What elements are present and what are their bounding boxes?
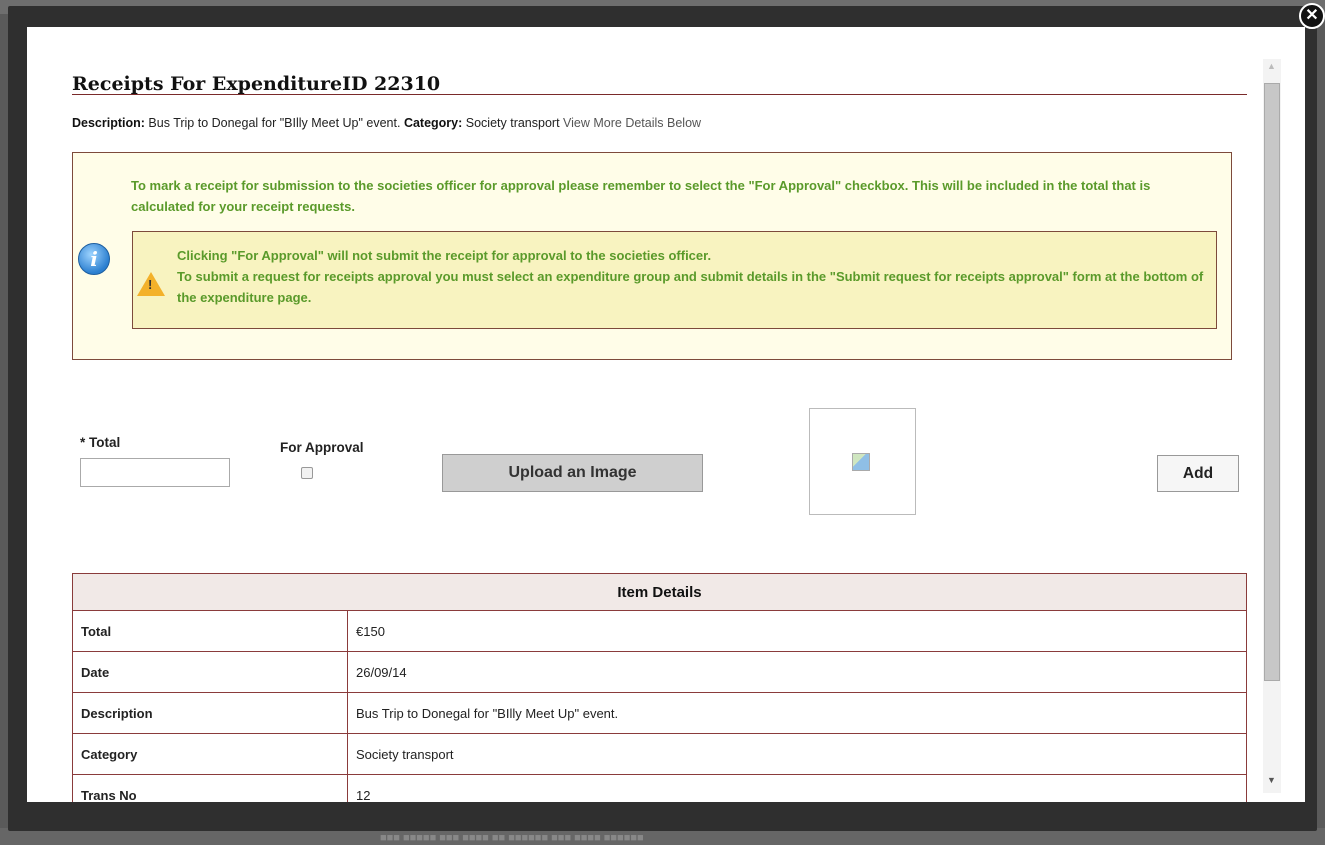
background-footer-text: ■■■ ■■■■■ ■■■ ■■■■ ■■ ■■■■■■ ■■■ ■■■■ ■■… — [380, 832, 644, 844]
row-label: Description — [72, 692, 348, 734]
item-details-header: Item Details — [72, 573, 1247, 611]
description-line: Description: Bus Trip to Donegal for "BI… — [72, 116, 701, 130]
row-value: 12 — [347, 774, 1247, 802]
info-icon: i — [78, 243, 110, 275]
warning-notice-text: Clicking "For Approval" will not submit … — [177, 245, 1217, 308]
receipts-modal: Receipts For ExpenditureID 22310 Descrip… — [27, 27, 1305, 802]
row-label: Total — [72, 610, 348, 652]
title-divider — [72, 94, 1247, 95]
row-label: Category — [72, 733, 348, 775]
row-label: Trans No — [72, 774, 348, 802]
category-value: Society transport — [462, 116, 564, 130]
row-value: 26/09/14 — [347, 651, 1247, 693]
modal-title: Receipts For ExpenditureID 22310 — [72, 73, 441, 95]
broken-image-icon — [852, 453, 870, 471]
scroll-down-arrow-icon[interactable]: ▼ — [1267, 775, 1276, 785]
for-approval-checkbox[interactable] — [301, 467, 313, 479]
row-value: Bus Trip to Donegal for "BIlly Meet Up" … — [347, 692, 1247, 734]
row-value: Society transport — [347, 733, 1247, 775]
warning-line-2: To submit a request for receipts approva… — [177, 269, 1204, 305]
view-more-details-link[interactable]: View More Details Below — [563, 116, 701, 130]
total-input[interactable] — [80, 458, 230, 487]
table-row: Date 26/09/14 — [72, 651, 1247, 693]
total-label: * Total — [80, 435, 121, 450]
table-row: Trans No 12 — [72, 774, 1247, 802]
receipt-image-preview — [809, 408, 916, 515]
description-label: Description: — [72, 116, 145, 130]
close-modal-icon[interactable]: ✕ — [1299, 3, 1325, 29]
upload-image-button[interactable]: Upload an Image — [442, 454, 703, 492]
item-details-table: Item Details Total €150 Date 26/09/14 De… — [72, 573, 1247, 802]
category-label: Category: — [403, 116, 463, 130]
add-button[interactable]: Add — [1157, 455, 1239, 492]
for-approval-label: For Approval — [280, 440, 364, 455]
warning-line-1: Clicking "For Approval" will not submit … — [177, 248, 712, 263]
scroll-up-arrow-icon[interactable]: ▲ — [1267, 61, 1276, 71]
warning-icon: ! — [137, 272, 165, 296]
row-label: Date — [72, 651, 348, 693]
scrollbar-thumb[interactable] — [1264, 83, 1280, 681]
info-notice-text: To mark a receipt for submission to the … — [131, 178, 1151, 214]
row-value: €150 — [347, 610, 1247, 652]
table-row: Description Bus Trip to Donegal for "BIl… — [72, 692, 1247, 734]
info-notice-box: i To mark a receipt for submission to th… — [72, 152, 1232, 360]
warning-notice-box: ! Clicking "For Approval" will not submi… — [132, 231, 1217, 329]
table-row: Total €150 — [72, 610, 1247, 652]
table-row: Category Society transport — [72, 733, 1247, 775]
modal-scrollbar[interactable]: ▲ ▼ — [1263, 59, 1281, 793]
description-value: Bus Trip to Donegal for "BIlly Meet Up" … — [144, 116, 404, 130]
